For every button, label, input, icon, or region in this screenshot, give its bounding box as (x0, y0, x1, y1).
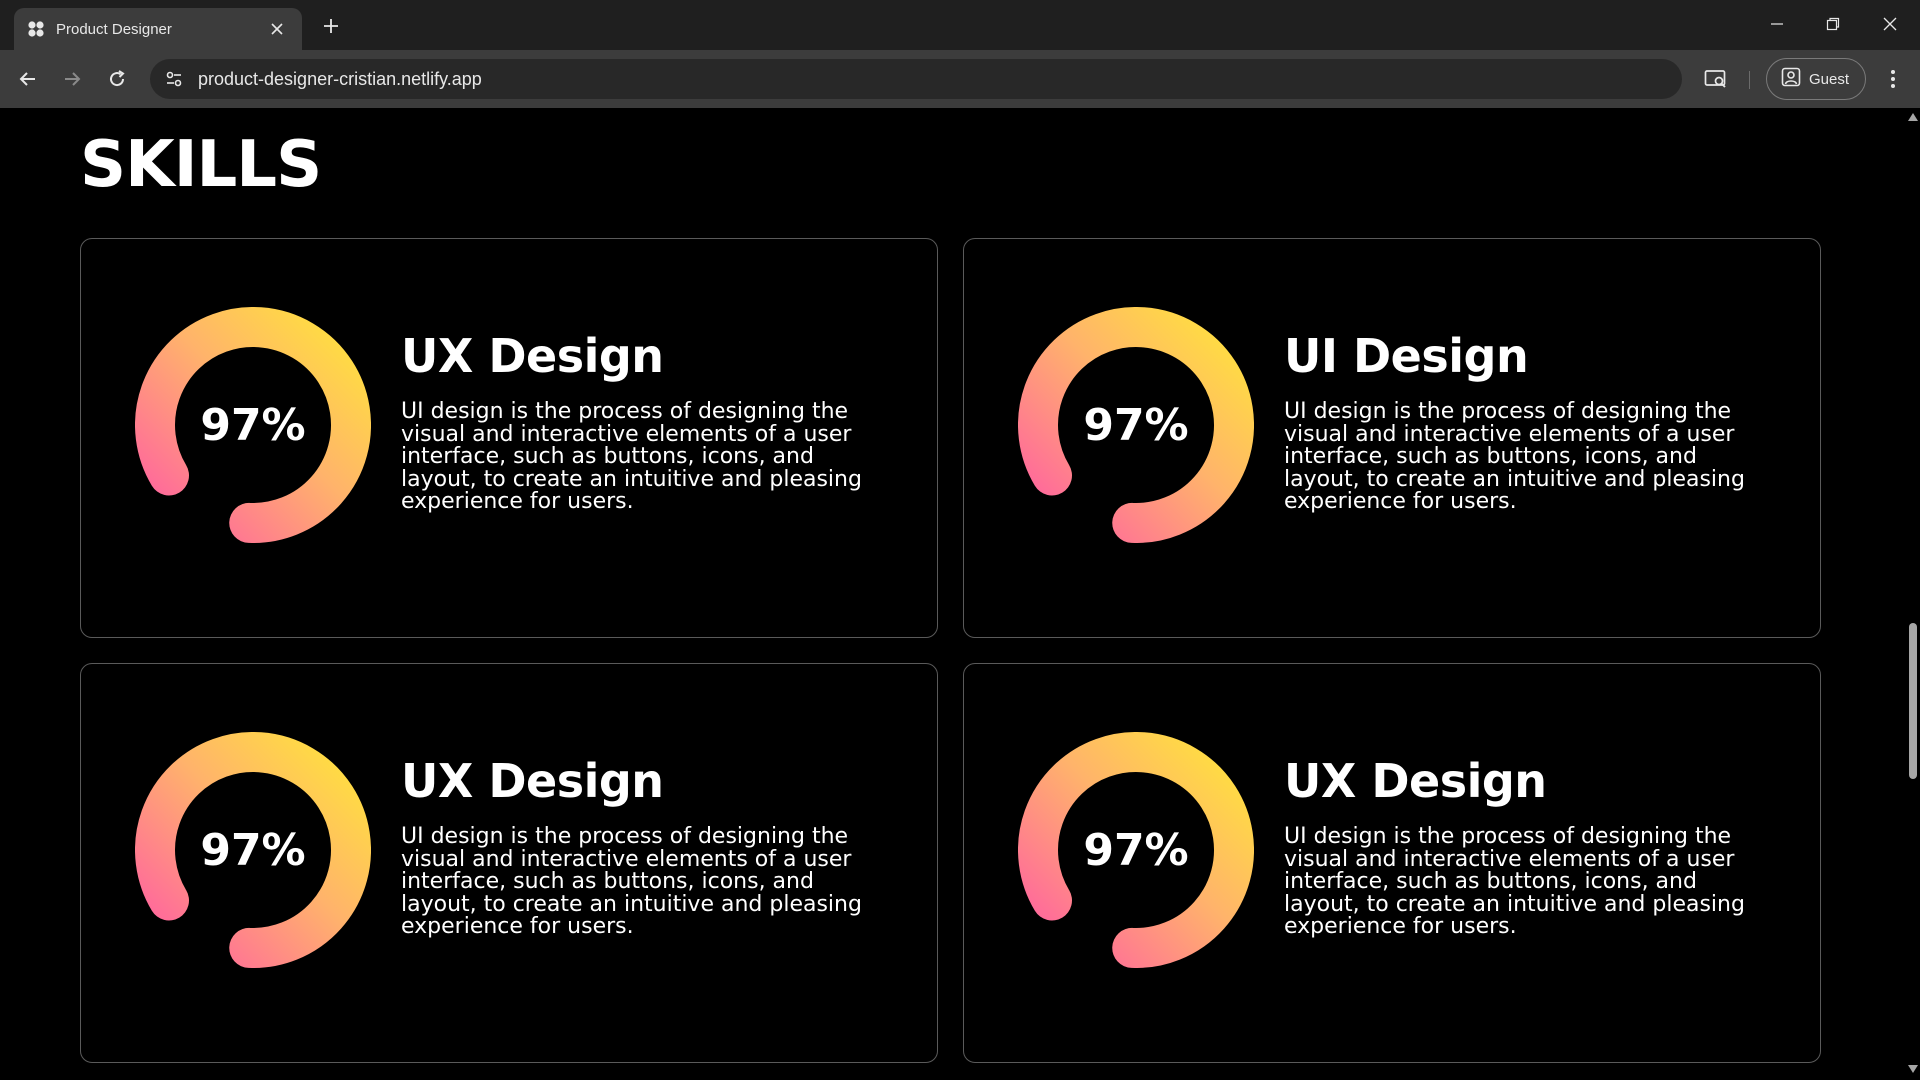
profile-icon (1781, 67, 1801, 91)
vertical-scrollbar[interactable] (1906, 108, 1920, 1080)
close-icon[interactable] (266, 18, 288, 40)
skill-progress-ring: 97% (135, 307, 371, 543)
skill-progress-ring: 97% (1018, 307, 1254, 543)
url-text[interactable]: product-designer-cristian.netlify.app (198, 69, 482, 90)
page-title: SKILLS (80, 128, 322, 202)
skill-percent: 97% (1083, 399, 1189, 451)
skill-percent: 97% (200, 399, 306, 451)
profile-button[interactable]: Guest (1766, 58, 1866, 100)
toolbar-divider (1749, 71, 1750, 89)
app-favicon-icon (26, 19, 46, 39)
reload-icon[interactable] (101, 63, 133, 95)
tab-strip: Product Designer (0, 0, 1920, 50)
skill-progress-ring: 97% (1018, 732, 1254, 968)
address-bar[interactable]: product-designer-cristian.netlify.app (150, 59, 1682, 99)
skill-card: 97% UX Design UI design is the process o… (963, 663, 1821, 1063)
skill-progress-ring: 97% (135, 732, 371, 968)
kebab-menu-icon[interactable] (1877, 63, 1909, 95)
minimize-icon[interactable] (1759, 10, 1795, 38)
tab-title: Product Designer (56, 20, 172, 38)
arrow-left-icon[interactable] (12, 63, 44, 95)
skill-card: 97% UX Design UI design is the process o… (80, 238, 938, 638)
restore-icon[interactable] (1815, 10, 1851, 38)
browser-tab[interactable]: Product Designer (14, 8, 302, 50)
close-window-icon[interactable] (1872, 10, 1908, 38)
skill-percent: 97% (1083, 824, 1189, 876)
skill-title: UX Design (401, 329, 664, 383)
scrollbar-thumb[interactable] (1909, 623, 1917, 779)
arrow-right-icon[interactable] (56, 63, 88, 95)
browser-toolbar: product-designer-cristian.netlify.app Gu… (0, 50, 1920, 108)
skill-card: 97% UI Design UI design is the process o… (963, 238, 1821, 638)
scroll-up-arrow-icon[interactable] (1908, 112, 1918, 122)
skill-title: UX Design (401, 754, 664, 808)
site-settings-icon[interactable] (154, 59, 194, 99)
skill-description: UI design is the process of designing th… (1284, 399, 1745, 514)
skill-title: UI Design (1284, 329, 1529, 383)
page-viewport: SKILLS 97% UX Design UI design is the pr… (0, 108, 1906, 1080)
skill-card: 97% UX Design UI design is the process o… (80, 663, 938, 1063)
profile-label: Guest (1809, 70, 1850, 88)
skill-description: UI design is the process of designing th… (401, 824, 862, 939)
scroll-down-arrow-icon[interactable] (1908, 1064, 1918, 1074)
plus-icon[interactable] (318, 13, 344, 39)
skill-description: UI design is the process of designing th… (1284, 824, 1745, 939)
cast-search-icon[interactable] (1700, 63, 1732, 95)
skill-percent: 97% (200, 824, 306, 876)
skill-description: UI design is the process of designing th… (401, 399, 862, 514)
skill-title: UX Design (1284, 754, 1547, 808)
